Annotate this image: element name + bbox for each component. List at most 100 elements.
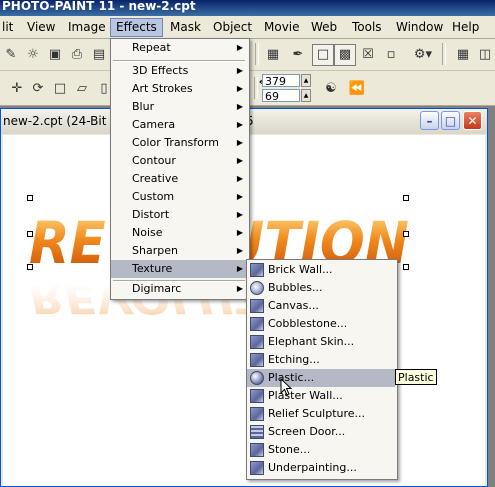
cobblestone-icon [250,317,264,331]
object-picker-icon[interactable]: ▫ [380,44,402,66]
effects-dropdown-icon[interactable]: ⚙▾ [408,44,438,66]
selection-handle[interactable] [27,264,33,270]
menu-bar: lit View Image Effects Mask Object Movie… [0,16,495,39]
menu-item-blur[interactable]: Blur ▶ [111,98,247,116]
submenu-item-underpainting[interactable]: Underpainting... [247,459,395,477]
mouse-cursor-icon [280,378,293,396]
plaster-wall-icon [250,389,264,403]
relief-sculpture-icon [250,407,264,421]
menu-item-sharpen[interactable]: Sharpen ▶ [111,242,247,260]
canvas-icon [250,299,264,313]
submenu-arrow-icon: ▶ [236,138,243,147]
selection-handle[interactable] [27,231,33,237]
scale-icon[interactable]: □ [49,78,71,100]
menu-item-repeat[interactable]: Repeat ▶ [111,39,247,57]
menu-item-noise[interactable]: Noise ▶ [111,224,247,242]
screen-door-icon [250,425,264,439]
menu-item-custom[interactable]: Custom ▶ [111,188,247,206]
menu-item-art-strokes[interactable]: Art Strokes ▶ [111,80,247,98]
submenu-item-cobblestone[interactable]: Cobblestone... [247,315,395,333]
app-title: PHOTO-PAINT 11 - new-2.cpt [2,0,196,13]
menu-effects[interactable]: Effects [110,18,163,37]
menu-item-texture[interactable]: Texture ▶ [111,260,247,278]
menu-help[interactable]: Help [447,19,484,36]
close-icon[interactable]: ✕ [463,111,482,130]
menu-web[interactable]: Web [306,19,342,36]
layout-icon[interactable]: ◫ [474,44,495,66]
submenu-arrow-icon: ▶ [236,228,243,237]
menu-item-camera[interactable]: Camera ▶ [111,116,247,134]
selection-handle[interactable] [27,195,33,201]
width-field[interactable]: 379 [262,74,300,88]
minimize-icon[interactable]: – [420,111,439,130]
width-spin-up-icon[interactable]: ▲ [301,74,311,87]
submenu-arrow-icon: ▶ [236,246,243,255]
menu-view[interactable]: View [22,19,60,36]
skew-icon[interactable]: ▱ [71,78,93,100]
tooltip: Plastic [395,369,437,385]
menu-window[interactable]: Window [391,19,448,36]
menu-edit[interactable]: lit [0,19,18,36]
submenu-item-bubbles[interactable]: Bubbles... [247,279,395,297]
menu-object[interactable]: Object [208,19,257,36]
toolbar-separator [255,43,259,65]
submenu-item-plastic[interactable]: Plastic... [247,369,395,387]
selection-handle[interactable] [403,195,409,201]
plastic-icon [250,371,264,385]
menu-movie[interactable]: Movie [259,19,305,36]
submenu-item-plaster-wall[interactable]: Plaster Wall... [247,387,395,405]
remove-mask-icon[interactable]: ☒ [357,44,379,66]
menu-item-3d-effects[interactable]: 3D Effects ▶ [111,62,247,80]
toolbar-separator [442,43,446,65]
submenu-arrow-icon: ▶ [236,284,243,293]
mask-marquee-icon[interactable]: □ [312,44,334,66]
submenu-arrow-icon: ▶ [236,264,243,273]
submenu-arrow-icon: ▶ [236,120,243,129]
toolbar-separator [254,77,258,99]
selection-handle[interactable] [403,231,409,237]
app-title-bar: PHOTO-PAINT 11 - new-2.cpt [0,0,495,16]
document-title: new-2.cpt (24-Bit [3,114,107,128]
height-field[interactable]: 69 [262,89,300,103]
submenu-arrow-icon: ▶ [236,156,243,165]
print-icon[interactable]: ⎙ [66,44,88,66]
menu-tools[interactable]: Tools [347,19,387,36]
submenu-item-relief-sculpture[interactable]: Relief Sculpture... [247,405,395,423]
menu-mask[interactable]: Mask [165,19,206,36]
menu-item-creative[interactable]: Creative ▶ [111,170,247,188]
paste-icon[interactable]: ▤ [88,44,110,66]
save-icon[interactable]: ▣ [44,44,66,66]
pen-icon[interactable]: ✒ [287,44,309,66]
stone-icon [250,443,264,457]
submenu-item-brick-wall[interactable]: Brick Wall... [247,261,395,279]
submenu-arrow-icon: ▶ [236,66,243,75]
effects-menu: Repeat ▶ 3D Effects ▶ Art Strokes ▶ Blur ▶ C… [110,38,250,300]
texture-submenu: Brick Wall... Bubbles... Canvas... Cobbl… [246,259,398,480]
submenu-item-elephant-skin[interactable]: Elephant Skin... [247,333,395,351]
menu-image[interactable]: Image [63,19,111,36]
submenu-arrow-icon: ▶ [236,174,243,183]
submenu-arrow-icon: ▶ [236,210,243,219]
etching-icon [250,353,264,367]
height-spin-down-icon[interactable]: ▲ [301,89,311,102]
menu-item-color-transform[interactable]: Color Transform ▶ [111,134,247,152]
maximize-icon[interactable]: □ [441,111,460,130]
move-icon[interactable]: ✛ [6,78,28,100]
menu-item-contour[interactable]: Contour ▶ [111,152,247,170]
submenu-item-etching[interactable]: Etching... [247,351,395,369]
menu-item-digimarc[interactable]: Digimarc ▶ [111,280,247,298]
rotate-icon[interactable]: ⟳ [27,78,49,100]
submenu-item-screen-door[interactable]: Screen Door... [247,423,395,441]
selection-handle[interactable] [403,264,409,270]
scan-icon[interactable]: ☼ [22,44,44,66]
submenu-arrow-icon: ▶ [236,192,243,201]
mask-tool-icon[interactable]: ▦ [262,44,284,66]
submenu-item-canvas[interactable]: Canvas... [247,297,395,315]
open-icon[interactable]: ✎ [0,44,22,66]
rewind-icon[interactable]: ⏪ [346,78,368,100]
lock-ratio-icon[interactable]: ☯ [320,78,342,100]
mask-overlay-icon[interactable]: ▩ [334,44,356,66]
grid-icon[interactable]: ▦ [452,44,474,66]
menu-item-distort[interactable]: Distort ▶ [111,206,247,224]
submenu-item-stone[interactable]: Stone... [247,441,395,459]
